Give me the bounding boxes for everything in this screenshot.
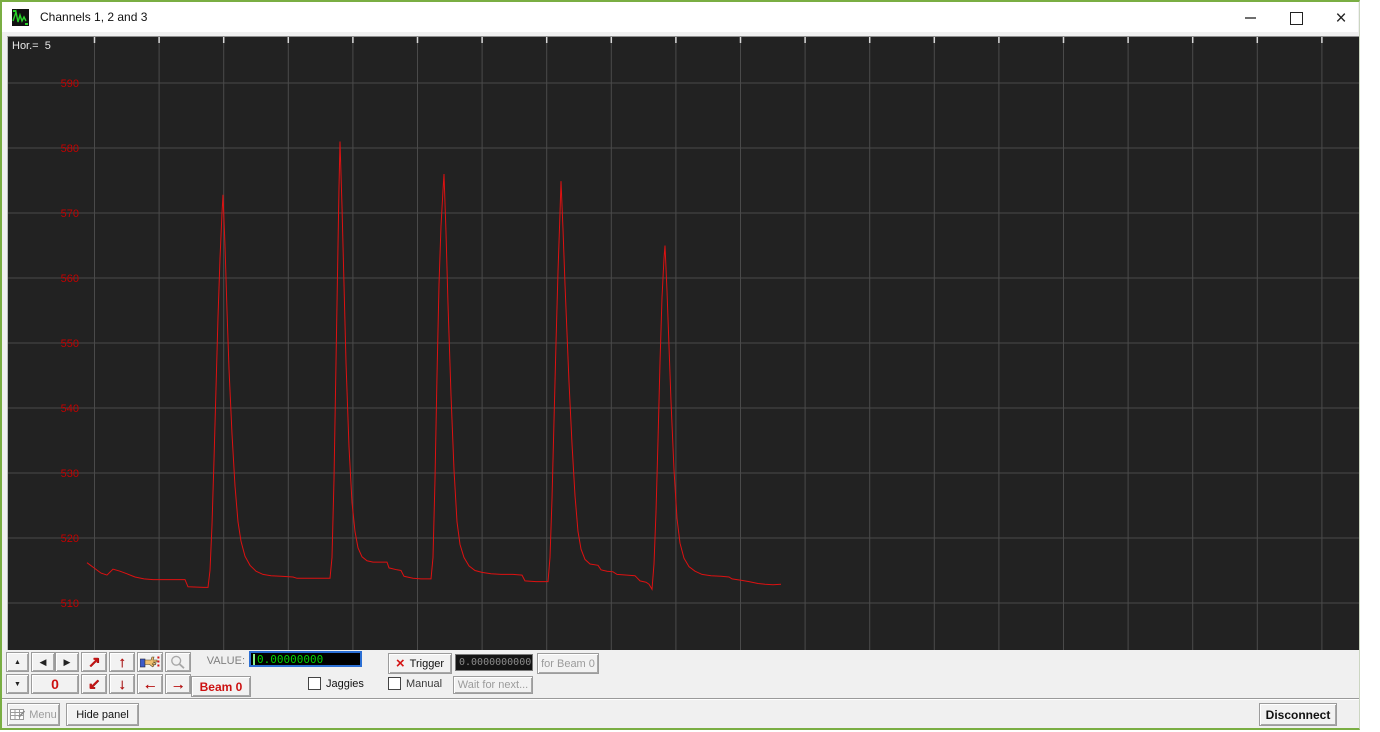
trigger-button[interactable]: × Trigger <box>388 653 452 674</box>
menu-table-icon <box>10 709 26 720</box>
y-axis-tick-label: 560 <box>61 273 79 285</box>
maximize-button[interactable] <box>1279 4 1313 32</box>
arrow-down-left-icon: ↙ <box>87 675 101 693</box>
wait-for-next-button[interactable]: Wait for next... <box>453 676 533 694</box>
y-axis-tick-label: 510 <box>61 598 79 610</box>
menu-button[interactable]: Menu <box>7 703 60 726</box>
beam-label: Beam 0 <box>199 679 243 694</box>
minimize-icon <box>1244 17 1256 19</box>
trigger-x-icon: × <box>395 655 405 672</box>
menu-label: Menu <box>29 708 57 721</box>
minimize-button[interactable] <box>1233 4 1267 32</box>
hide-panel-button[interactable]: Hide panel <box>66 703 139 726</box>
trigger-for-beam-button[interactable]: for Beam 0 <box>537 653 599 674</box>
title-bar: Channels 1, 2 and 3 × <box>2 2 1358 32</box>
y-axis-tick-label: 540 <box>61 403 79 415</box>
scale-down-button[interactable]: ▼ <box>6 674 29 694</box>
disconnect-button[interactable]: Disconnect <box>1259 703 1337 726</box>
oscilloscope-plot[interactable]: Hor.= 5 590 580 570 560 550 540 530 520 510 <box>7 36 1359 650</box>
move-right-button[interactable]: → <box>165 674 191 694</box>
trigger-level-field[interactable]: 0.0000000000 <box>455 654 533 671</box>
manual-label: Manual <box>406 678 443 690</box>
y-axis-tick-label: 520 <box>61 533 79 545</box>
panel-divider <box>2 698 1359 700</box>
pointer-mode-button[interactable] <box>137 652 163 672</box>
scale-up-button[interactable]: ▲ <box>6 652 29 672</box>
move-up-button[interactable]: ↑ <box>109 652 135 672</box>
text-caret <box>253 653 255 665</box>
move-up-right-button[interactable]: ↗ <box>81 652 107 672</box>
y-axis-tick-label: 530 <box>61 468 79 480</box>
arrow-up-right-icon: ↗ <box>87 653 101 671</box>
window-title: Channels 1, 2 and 3 <box>40 10 148 24</box>
waveform-canvas: 590 580 570 560 550 540 530 520 510 <box>8 37 1359 650</box>
arrow-up-icon: ↑ <box>118 653 126 671</box>
close-icon: × <box>1335 7 1347 29</box>
horizontal-scale-label: Hor.= 5 <box>12 40 51 52</box>
y-axis-tick-label: 580 <box>61 143 79 155</box>
waveform-trace <box>86 141 782 591</box>
y-axis-tick-label: 570 <box>61 208 79 220</box>
manual-trigger-checkbox[interactable] <box>388 677 401 690</box>
hide-panel-label: Hide panel <box>76 708 129 721</box>
app-icon <box>12 9 29 26</box>
up-triangle-icon: ▲ <box>14 658 21 666</box>
left-triangle-icon: ◀ <box>39 656 47 667</box>
value-input[interactable]: 0.00000000 <box>249 651 362 667</box>
jaggies-checkbox[interactable] <box>308 677 321 690</box>
screen: Channels 1, 2 and 3 × Hor.= 5 590 580 570 5… <box>0 0 1380 732</box>
arrow-left-icon: ← <box>142 675 158 693</box>
pan-left-button[interactable]: ◀ <box>31 652 55 672</box>
arrow-right-icon: → <box>170 675 186 693</box>
close-button[interactable]: × <box>1324 4 1358 32</box>
arrow-down-icon: ↓ <box>118 675 126 693</box>
magnifier-icon <box>171 655 185 669</box>
trigger-button-label: Trigger <box>409 657 445 670</box>
for-beam-label: for Beam 0 <box>541 657 595 670</box>
pointing-hand-icon <box>140 656 160 668</box>
zero-label: 0 <box>51 676 59 692</box>
y-axis-tick-label: 590 <box>61 78 79 90</box>
beam-select-button[interactable]: Beam 0 <box>191 676 251 697</box>
maximize-icon <box>1289 11 1303 25</box>
zero-button[interactable]: 0 <box>31 674 79 694</box>
value-text: 0.00000000 <box>257 652 324 666</box>
right-triangle-icon: ▶ <box>63 656 71 667</box>
disconnect-label: Disconnect <box>1265 707 1331 722</box>
pan-right-button[interactable]: ▶ <box>55 652 79 672</box>
trigger-level-text: 0.0000000000 <box>459 657 532 668</box>
move-down-button[interactable]: ↓ <box>109 674 135 694</box>
move-left-button[interactable]: ← <box>137 674 163 694</box>
wait-for-next-label: Wait for next... <box>457 679 529 691</box>
down-triangle-icon: ▼ <box>14 680 21 688</box>
move-down-left-button[interactable]: ↙ <box>81 674 107 694</box>
jaggies-label: Jaggies <box>326 678 364 690</box>
y-axis-tick-label: 550 <box>61 338 79 350</box>
value-label: VALUE: <box>206 655 245 667</box>
